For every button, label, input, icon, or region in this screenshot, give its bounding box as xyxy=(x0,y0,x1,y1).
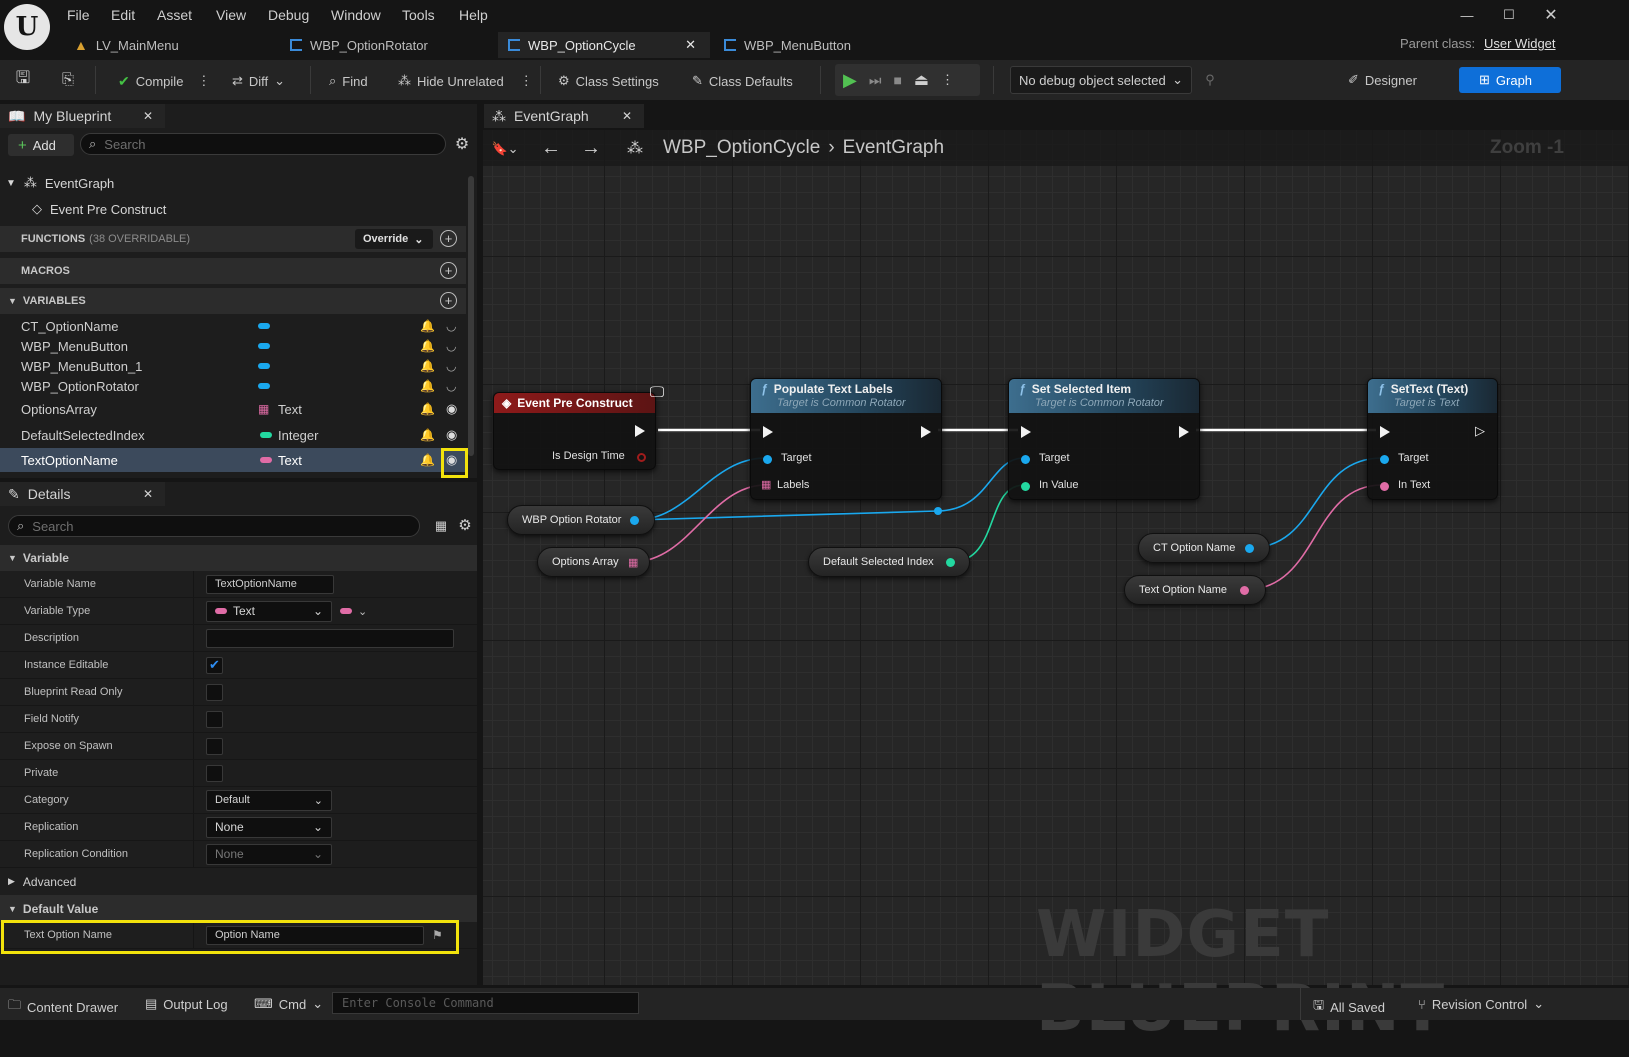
node-subtitle: Target is Text xyxy=(1394,397,1460,409)
saved-icon: 🖫 xyxy=(1313,997,1325,1012)
array-grid-icon[interactable]: ▦ xyxy=(628,556,638,569)
pin-label: In Value xyxy=(1039,479,1079,491)
content-drawer-label: Content Drawer xyxy=(27,999,119,1015)
pin-label: Target xyxy=(781,452,812,464)
node-title: Set Selected Item xyxy=(1031,382,1132,396)
function-icon: ƒ xyxy=(1019,382,1026,396)
all-saved-button[interactable]: 🖫 All Saved xyxy=(1313,996,1385,1018)
cmd-dropdown[interactable]: ⌨ Cmd ⌄ xyxy=(254,996,323,1012)
exec-out-hollow-icon: ▷ xyxy=(1475,423,1485,438)
bool-pin[interactable] xyxy=(637,453,646,462)
set-selected-item-node[interactable]: ƒ Set Selected Item Target is Common Rota… xyxy=(1008,378,1200,500)
screen-monitor-icon: 🖵 xyxy=(649,383,665,401)
node-subtitle: Target is Common Rotator xyxy=(777,397,906,409)
revision-control-icon: ⑂ xyxy=(1418,996,1426,1012)
pin-label: In Text xyxy=(1398,479,1431,491)
array-grid-icon[interactable]: ▦ xyxy=(761,478,771,491)
content-drawer-icon: 🗀 xyxy=(8,997,22,1012)
node-header: ƒ Populate Text Labels Target is Common R… xyxy=(751,379,941,413)
exec-out-pin[interactable] xyxy=(921,426,931,438)
target-pin[interactable] xyxy=(1380,455,1389,464)
getter-label: Default Selected Index xyxy=(823,556,934,568)
console-command-input[interactable]: Enter Console Command xyxy=(332,992,639,1014)
options-array-getter[interactable]: Options Array ▦ xyxy=(537,547,650,577)
terminal-icon: ⌨ xyxy=(254,996,273,1011)
node-header: ƒ Set Selected Item Target is Common Rota… xyxy=(1009,379,1199,413)
is-design-time-label: Is Design Time xyxy=(552,450,625,462)
node-title: SetText (Text) xyxy=(1390,382,1469,396)
getter-label: WBP Option Rotator xyxy=(522,514,622,526)
exec-out-pin[interactable] xyxy=(635,425,645,437)
pin-label: Labels xyxy=(777,479,810,491)
text-out-pin[interactable] xyxy=(1240,586,1249,595)
getter-label: CT Option Name xyxy=(1153,542,1236,554)
text-option-name-getter[interactable]: Text Option Name xyxy=(1124,575,1266,605)
populate-text-labels-node[interactable]: ƒ Populate Text Labels Target is Common R… xyxy=(750,378,942,500)
output-log-button[interactable]: ▤ Output Log xyxy=(145,996,228,1012)
event-pre-construct-node[interactable]: ◈ Event Pre Construct Is Design Time xyxy=(493,392,656,470)
console-placeholder: Enter Console Command xyxy=(342,996,494,1010)
all-saved-label: All Saved xyxy=(1330,999,1385,1015)
getter-label: Text Option Name xyxy=(1139,584,1228,596)
exec-out-pin[interactable] xyxy=(1179,426,1189,438)
object-out-pin[interactable] xyxy=(630,516,639,525)
function-icon: ƒ xyxy=(1378,382,1385,396)
wbp-option-rotator-getter[interactable]: WBP Option Rotator xyxy=(507,505,655,535)
pin-label: Target xyxy=(1039,452,1070,464)
exec-in-pin[interactable] xyxy=(763,426,773,438)
in-text-pin[interactable] xyxy=(1380,482,1389,491)
getter-label: Options Array xyxy=(552,556,619,568)
output-log-label: Output Log xyxy=(163,996,228,1012)
chevron-down-icon: ⌄ xyxy=(1533,996,1545,1011)
cmd-label: Cmd xyxy=(278,996,307,1012)
ct-option-name-getter[interactable]: CT Option Name xyxy=(1138,533,1270,563)
chevron-down-icon: ⌄ xyxy=(312,996,324,1011)
event-node-title: Event Pre Construct xyxy=(517,396,633,410)
exec-in-pin[interactable] xyxy=(1380,426,1390,438)
in-value-pin[interactable] xyxy=(1021,482,1030,491)
status-separator xyxy=(1300,988,1301,1020)
node-header: ƒ SetText (Text) Target is Text xyxy=(1368,379,1497,413)
function-icon: ƒ xyxy=(761,382,768,396)
event-node-header: ◈ Event Pre Construct xyxy=(494,393,655,413)
default-selected-index-getter[interactable]: Default Selected Index xyxy=(808,547,970,577)
revision-control-button[interactable]: ⑂ Revision Control ⌄ xyxy=(1418,996,1544,1012)
event-icon: ◈ xyxy=(502,396,512,410)
exec-in-pin[interactable] xyxy=(1021,426,1031,438)
revision-control-label: Revision Control xyxy=(1431,996,1528,1012)
settext-node[interactable]: ƒ SetText (Text) Target is Text ▷ Target … xyxy=(1367,378,1498,500)
node-title: Populate Text Labels xyxy=(773,382,893,396)
reroute-knot[interactable] xyxy=(934,507,942,515)
graph-wires xyxy=(631,428,1383,591)
object-out-pin[interactable] xyxy=(1245,544,1254,553)
content-drawer-button[interactable]: 🗀 Content Drawer xyxy=(8,996,118,1018)
node-subtitle: Target is Common Rotator xyxy=(1035,397,1164,409)
pin-label: Target xyxy=(1398,452,1429,464)
output-log-icon: ▤ xyxy=(145,996,158,1011)
integer-out-pin[interactable] xyxy=(946,558,955,567)
target-pin[interactable] xyxy=(1021,455,1030,464)
target-pin[interactable] xyxy=(763,455,772,464)
